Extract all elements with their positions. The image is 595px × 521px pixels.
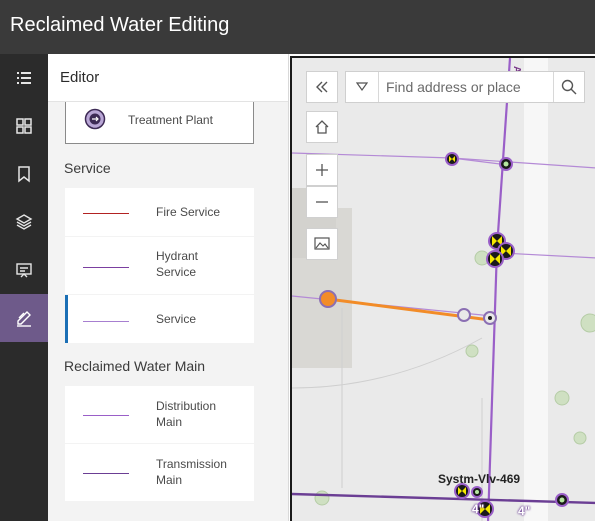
editor-panel: Editor Treatment Plant Service Fire Serv… [48,54,289,521]
template-label: Fire Service [156,205,221,219]
template-item-treatment-plant[interactable]: Treatment Plant [65,102,254,144]
template-item-hydrant-service[interactable]: Hydrant Service [65,237,254,294]
basemap-toggle-button[interactable] [306,228,338,260]
app-header: Reclaimed Water Editing [0,0,595,54]
bookmarks-icon [18,166,30,183]
vertex[interactable] [457,308,471,322]
tool-rail [0,54,48,521]
line-swatch [83,267,129,268]
street [524,58,548,521]
search-widget [345,71,585,103]
editor-title: Editor [60,69,100,86]
valve-label: Systm-Vlv-469 [438,472,521,486]
search-button[interactable] [554,72,584,102]
template-label: Distribution Main [156,399,217,429]
template-item-fire-service[interactable]: Fire Service [65,188,254,236]
legend-icon [17,72,31,84]
edit-button[interactable] [0,294,48,342]
search-icon [561,79,577,95]
editor-header: Editor [48,54,288,102]
section-title-service: Service [64,160,111,176]
layers-button[interactable] [0,198,48,246]
collapse-button[interactable] [306,71,338,103]
minus-icon [316,201,328,203]
zoom-out-button[interactable] [306,186,338,218]
map-view[interactable]: A Systm-Vlv-469 4" 4" [290,56,595,521]
template-label: Hydrant Service [156,249,199,279]
hydrant-icon[interactable] [555,493,569,507]
presentation-button[interactable] [0,246,48,294]
line-swatch [83,473,129,474]
valve-icon[interactable] [486,250,504,268]
pipe-size-label: 4" [518,504,531,518]
layers-icon [15,214,33,230]
presentation-icon [16,263,32,278]
double-chevron-left-icon [316,81,328,93]
selected-vertex[interactable] [319,290,337,308]
line-swatch [83,415,129,416]
template-item-transmission-main[interactable]: Transmission Main [65,444,254,501]
image-icon [314,237,330,250]
plus-icon [316,164,328,176]
edit-icon [17,311,31,327]
caret-down-icon [356,82,368,92]
section-title-reclaimed-water-main: Reclaimed Water Main [64,358,206,374]
template-label: Service [156,312,197,326]
valve-icon[interactable] [445,152,459,166]
legend-button[interactable] [0,54,48,102]
pipe-size-label: 4" [472,502,485,516]
home-icon [315,120,329,134]
template-label: Treatment Plant [128,113,213,127]
bookmarks-button[interactable] [0,150,48,198]
zoom-in-button[interactable] [306,154,338,186]
valve-icon[interactable] [454,483,470,499]
search-source-dropdown[interactable] [346,72,378,102]
template-label: Transmission Main [156,457,227,487]
template-item-service[interactable]: Service [65,295,254,343]
line-swatch [83,213,129,214]
search-input[interactable] [378,72,554,102]
home-button[interactable] [306,111,338,143]
hydrant-icon[interactable] [499,157,513,171]
hydrant-icon[interactable] [471,486,483,498]
basemap-gallery-icon [16,118,32,134]
basemap-gallery-button[interactable] [0,102,48,150]
treatment-plant-icon [84,108,106,130]
template-item-distribution-main[interactable]: Distribution Main [65,386,254,443]
app-title: Reclaimed Water Editing [10,14,230,36]
line-swatch [83,321,129,322]
